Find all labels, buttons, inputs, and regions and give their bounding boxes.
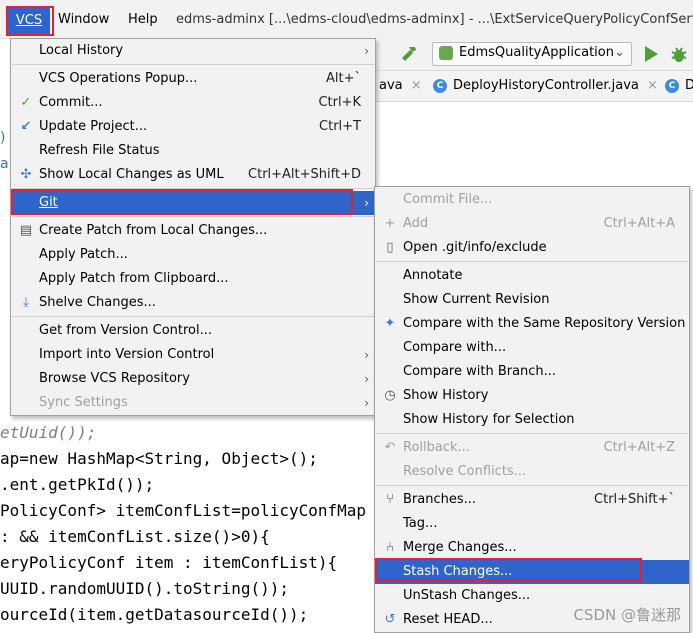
branch-icon: ⑂ [386, 492, 394, 507]
menu-item-merge-changes[interactable]: ⑃ Merge Changes... [375, 536, 689, 560]
stash-annotation-box [375, 558, 642, 582]
merge-icon: ⑃ [386, 540, 394, 555]
menu-bar: VCS Window Help edms-adminx [...\edms-cl… [0, 0, 693, 39]
reset-icon: ↺ [384, 612, 396, 627]
git-annotation-box [11, 189, 353, 215]
menu-item-resolve-conflicts: Resolve Conflicts... [403, 464, 527, 479]
tab-label: D [685, 78, 693, 93]
tab-partial-left[interactable]: ava × [379, 71, 422, 101]
menu-item-import-into-vcs[interactable]: Import into Version Control › [11, 343, 375, 367]
check-icon: ✓ [20, 95, 32, 110]
patch-icon: ▤ [19, 223, 33, 238]
file-icon: ▯ [386, 240, 394, 255]
menu-item-refresh-file-status[interactable]: Refresh File Status [11, 139, 375, 163]
menu-item-get-from-vcs[interactable]: Get from Version Control... [11, 319, 375, 343]
vcs-annotation-box [6, 6, 54, 36]
gutter-fragment: ) [0, 130, 6, 146]
menu-item-commit-file: Commit File... [403, 192, 493, 207]
close-icon[interactable]: × [411, 78, 422, 93]
code-line: PolicyConf> itemConfList=policyConfMap [0, 501, 367, 520]
uml-icon: ✣ [20, 167, 32, 182]
menu-item-compare-with[interactable]: Compare with... [375, 336, 689, 360]
tab-label: DeployHistoryController.java [453, 78, 639, 93]
chevron-down-icon: ⌄ [614, 45, 625, 60]
menu-item-compare-same-repo-version[interactable]: ✦ Compare with the Same Repository Versi… [375, 312, 689, 336]
menu-item-sync-settings: Sync Settings › [11, 391, 375, 415]
code-editor[interactable]: etUuid()); ap=new HashMap<String, Object… [0, 414, 375, 633]
clock-icon: ◷ [384, 388, 396, 403]
chevron-right-icon: › [364, 372, 369, 386]
close-icon[interactable]: × [647, 78, 658, 93]
spring-boot-icon [439, 46, 453, 60]
plus-icon: + [384, 216, 396, 231]
shelve-icon: ⤓ [23, 295, 29, 310]
code-line: .ent.getPkId()); [0, 475, 155, 494]
code-line: ap=new HashMap<String, Object>(); [0, 449, 318, 468]
code-line: eryPolicyConf item : itemConfList){ [0, 553, 338, 572]
chevron-right-icon: › [364, 348, 369, 362]
chevron-right-icon: › [364, 44, 369, 58]
class-icon: C [433, 78, 447, 93]
editor-tabs: ava × C DeployHistoryController.java × CD [375, 71, 693, 102]
menu-item-rollback: ↶ Rollback... Ctrl+Alt+Z [375, 436, 689, 460]
run-icon[interactable] [643, 45, 659, 63]
menu-item-vcs-operations-popup[interactable]: VCS Operations Popup... Alt+` [11, 67, 375, 91]
menu-item-annotate[interactable]: Annotate [375, 264, 689, 288]
menu-item-tag[interactable]: Tag... [375, 512, 689, 536]
menu-item-update-project[interactable]: ↙ Update Project... Ctrl+T [11, 115, 375, 139]
menu-help[interactable]: Help [128, 10, 158, 30]
code-line: : && itemConfList.size()>0){ [0, 527, 270, 546]
debug-bug-icon[interactable] [669, 44, 689, 64]
menu-item-compare-with-branch[interactable]: Compare with Branch... [375, 360, 689, 384]
menu-item-local-history[interactable]: Local History › [11, 39, 375, 63]
menu-item-browse-vcs-repository[interactable]: Browse VCS Repository › [11, 367, 375, 391]
menu-item-show-local-changes-uml[interactable]: ✣ Show Local Changes as UML Ctrl+Alt+Shif… [11, 163, 375, 187]
menu-item-create-patch[interactable]: ▤ Create Patch from Local Changes... [11, 219, 375, 243]
menu-item-shelve-changes[interactable]: ⤓ Shelve Changes... [11, 291, 375, 315]
menu-item-branches[interactable]: ⑂ Branches... Ctrl+Shift+` [375, 488, 689, 512]
gutter-fragment: a [0, 156, 9, 172]
tab-partial-right[interactable]: CD [665, 71, 693, 101]
window-title: edms-adminx [...\edms-cloud\edms-adminx]… [176, 12, 693, 27]
tab-label: ava [379, 78, 403, 93]
code-line: UUID.randomUUID().toString()); [0, 579, 289, 598]
rollback-icon: ↶ [384, 440, 396, 455]
menu-item-show-history-selection[interactable]: Show History for Selection [375, 408, 689, 432]
menu-item-show-current-revision[interactable]: Show Current Revision [375, 288, 689, 312]
tab-deploy-history-controller[interactable]: C DeployHistoryController.java × [433, 71, 658, 101]
menu-item-add: + Add Ctrl+Alt+A [375, 212, 689, 236]
menu-item-apply-patch-clipboard[interactable]: Apply Patch from Clipboard... [11, 267, 375, 291]
code-line: etUuid()); [0, 423, 97, 442]
code-line: ourceId(item.getDatasourceId()); [0, 605, 309, 624]
chevron-right-icon: › [364, 196, 369, 210]
run-config-select[interactable]: EdmsQualityApplication ⌄ [432, 42, 632, 66]
run-config-label: EdmsQualityApplication [459, 45, 614, 60]
menu-item-apply-patch[interactable]: Apply Patch... [11, 243, 375, 267]
watermark: CSDN @鲁迷那 [573, 606, 681, 624]
toolbar: EdmsQualityApplication ⌄ [375, 38, 693, 71]
class-icon: C [665, 78, 679, 93]
menu-item-show-history[interactable]: ◷ Show History [375, 384, 689, 408]
chevron-right-icon: › [364, 396, 369, 410]
build-hammer-icon[interactable] [399, 44, 419, 64]
menu-window[interactable]: Window [58, 10, 109, 30]
menu-item-commit[interactable]: ✓ Commit... Ctrl+K [11, 91, 375, 115]
menu-item-open-git-exclude[interactable]: ▯ Open .git/info/exclude [375, 236, 689, 260]
vcs-dropdown-menu: Local History › VCS Operations Popup... Al… [10, 38, 376, 416]
compare-icon: ✦ [384, 316, 396, 331]
update-arrow-icon: ↙ [20, 119, 32, 134]
